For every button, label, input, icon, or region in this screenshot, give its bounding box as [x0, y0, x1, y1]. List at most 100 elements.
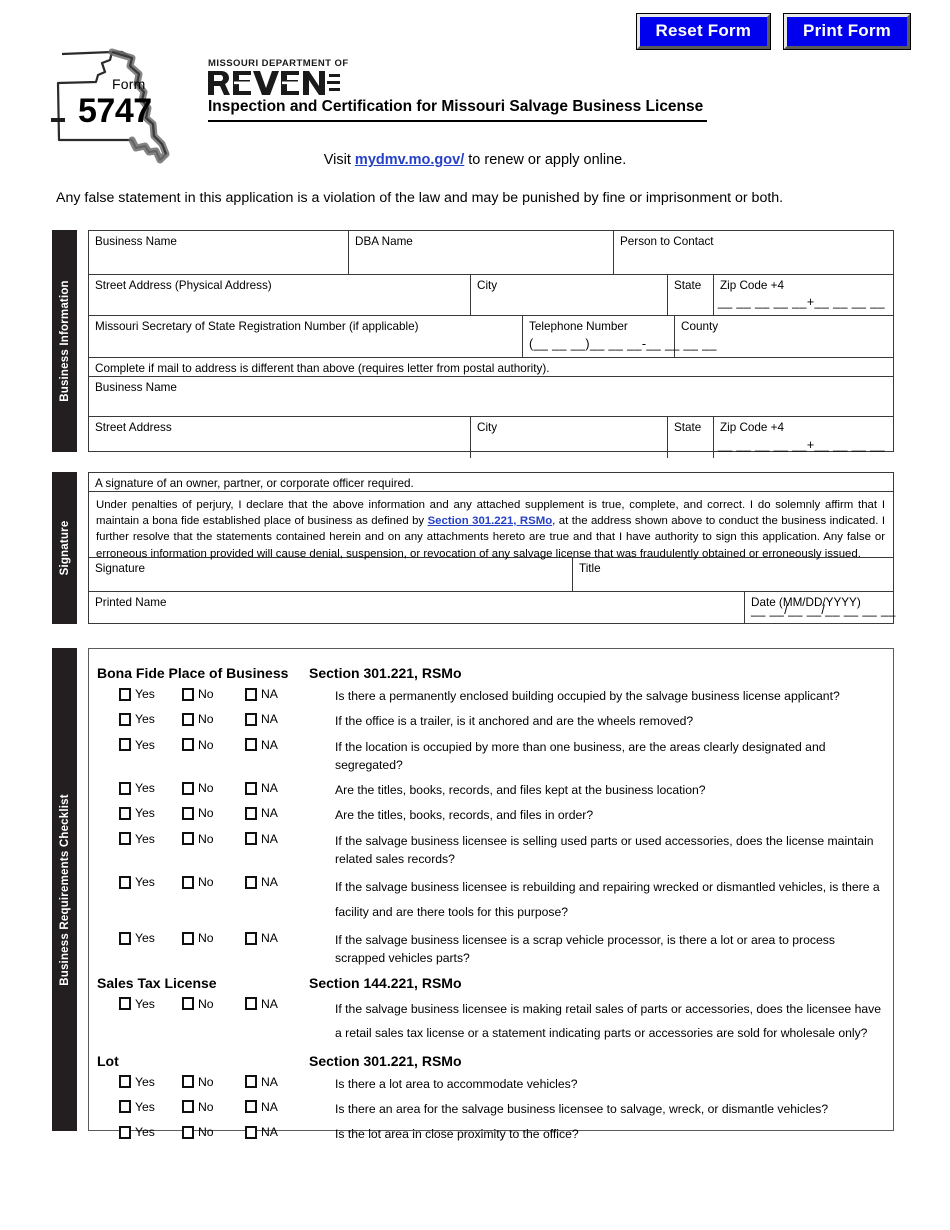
checkbox-icon[interactable] — [245, 875, 257, 889]
print-form-button[interactable]: Print Form — [783, 13, 911, 50]
checkbox-icon[interactable] — [119, 1125, 131, 1139]
checkbox-option-yes[interactable]: Yes — [119, 738, 182, 752]
checkbox-option-na[interactable]: NA — [245, 781, 308, 795]
checkbox-option-na[interactable]: NA — [245, 1075, 308, 1089]
checkbox-icon[interactable] — [245, 1125, 257, 1139]
checklist-group-section: Section 301.221, RSMo — [309, 665, 462, 681]
zip-code-field[interactable]: Zip Code +4 __ __ __ __ __+__ __ __ __ — [714, 275, 893, 315]
checkbox-icon[interactable] — [245, 1075, 257, 1089]
checkbox-option-na[interactable]: NA — [245, 687, 308, 701]
reset-form-button[interactable]: Reset Form — [635, 13, 772, 50]
checkbox-icon[interactable] — [182, 738, 194, 752]
title-field[interactable]: Title — [573, 558, 893, 591]
checkbox-icon[interactable] — [119, 738, 131, 752]
checkbox-icon[interactable] — [182, 1075, 194, 1089]
person-to-contact-field[interactable]: Person to Contact — [614, 231, 893, 274]
checkbox-icon[interactable] — [182, 687, 194, 701]
checkbox-option-na[interactable]: NA — [245, 832, 308, 846]
checkbox-icon[interactable] — [245, 712, 257, 726]
printed-name-field[interactable]: Printed Name — [89, 592, 745, 623]
checkbox-option-na[interactable]: NA — [245, 875, 308, 889]
checkbox-option-no[interactable]: No — [182, 806, 245, 820]
checkbox-icon[interactable] — [119, 931, 131, 945]
checkbox-option-na[interactable]: NA — [245, 806, 308, 820]
checkbox-option-yes[interactable]: Yes — [119, 687, 182, 701]
checkbox-option-na[interactable]: NA — [245, 1125, 308, 1139]
checkbox-option-yes[interactable]: Yes — [119, 875, 182, 889]
checkbox-icon[interactable] — [119, 997, 131, 1011]
checkbox-icon[interactable] — [119, 687, 131, 701]
checkbox-icon[interactable] — [245, 1100, 257, 1114]
checkbox-option-na[interactable]: NA — [245, 712, 308, 726]
checkbox-option-yes[interactable]: Yes — [119, 806, 182, 820]
checkbox-icon[interactable] — [245, 997, 257, 1011]
checkbox-icon[interactable] — [245, 738, 257, 752]
checkbox-icon[interactable] — [182, 1125, 194, 1139]
checkbox-option-no[interactable]: No — [182, 1075, 245, 1089]
telephone-field[interactable]: Telephone Number (__ __ __)__ __ __-__ _… — [523, 316, 716, 357]
sos-registration-field[interactable]: Missouri Secretary of State Registration… — [89, 316, 523, 357]
checkbox-option-na[interactable]: NA — [245, 738, 308, 752]
checkbox-option-na[interactable]: NA — [245, 1100, 308, 1114]
checkbox-icon[interactable] — [182, 781, 194, 795]
checkbox-option-no[interactable]: No — [182, 738, 245, 752]
checkbox-icon[interactable] — [119, 1100, 131, 1114]
checkbox-icon[interactable] — [182, 832, 194, 846]
checklist-question-row: Yes No NA Are the titles, books, records, a… — [97, 806, 881, 824]
mail-city-field[interactable]: City — [471, 417, 668, 458]
city-field[interactable]: City — [471, 275, 668, 315]
dba-name-field[interactable]: DBA Name — [349, 231, 614, 274]
signature-field[interactable]: Signature — [89, 558, 573, 591]
checkbox-icon[interactable] — [119, 832, 131, 846]
checkbox-option-no[interactable]: No — [182, 997, 245, 1011]
checkbox-icon[interactable] — [182, 712, 194, 726]
state-field[interactable]: State — [668, 275, 714, 315]
checkbox-option-na[interactable]: NA — [245, 997, 308, 1011]
checkbox-option-yes[interactable]: Yes — [119, 832, 182, 846]
checkbox-option-no[interactable]: No — [182, 832, 245, 846]
mail-zip-code-field[interactable]: Zip Code +4 __ __ __ __ __+__ __ __ __ — [714, 417, 893, 458]
checkbox-icon[interactable] — [119, 875, 131, 889]
checkbox-option-yes[interactable]: Yes — [119, 931, 182, 945]
mydmv-link[interactable]: mydmv.mo.gov/ — [355, 152, 464, 168]
checkbox-option-no[interactable]: No — [182, 931, 245, 945]
checkbox-icon[interactable] — [245, 806, 257, 820]
checkbox-icon[interactable] — [182, 997, 194, 1011]
date-field[interactable]: Date (MM/DD/YYYY) __ __/__ __/__ __ __ _… — [745, 592, 895, 623]
checkbox-icon[interactable] — [119, 1075, 131, 1089]
mail-business-name-field[interactable]: Business Name — [89, 377, 893, 416]
checkbox-icon[interactable] — [182, 1100, 194, 1114]
checkbox-option-yes[interactable]: Yes — [119, 1125, 182, 1139]
section-301-221-link[interactable]: Section 301.221, RSMo — [428, 515, 553, 527]
checklist-question-text: Is there a lot area to accommodate vehic… — [335, 1076, 578, 1091]
checkbox-icon[interactable] — [245, 781, 257, 795]
business-name-field[interactable]: Business Name — [89, 231, 349, 274]
mail-business-name-label: Business Name — [95, 381, 177, 394]
checkbox-icon[interactable] — [245, 832, 257, 846]
checkbox-icon[interactable] — [182, 806, 194, 820]
mail-state-field[interactable]: State — [668, 417, 714, 458]
checkbox-icon[interactable] — [245, 931, 257, 945]
checkbox-option-yes[interactable]: Yes — [119, 781, 182, 795]
checkbox-option-no[interactable]: No — [182, 712, 245, 726]
checkbox-option-yes[interactable]: Yes — [119, 1075, 182, 1089]
checkbox-option-no[interactable]: No — [182, 1125, 245, 1139]
checkbox-option-no[interactable]: No — [182, 781, 245, 795]
street-address-physical-field[interactable]: Street Address (Physical Address) — [89, 275, 471, 315]
checkbox-option-no[interactable]: No — [182, 875, 245, 889]
mail-street-address-field[interactable]: Street Address — [89, 417, 471, 458]
checkbox-icon[interactable] — [182, 931, 194, 945]
checkbox-option-yes[interactable]: Yes — [119, 712, 182, 726]
county-field[interactable]: County — [675, 316, 893, 357]
checkbox-option-yes[interactable]: Yes — [119, 1100, 182, 1114]
visit-prefix: Visit — [323, 152, 355, 168]
checkbox-option-yes[interactable]: Yes — [119, 997, 182, 1011]
checkbox-icon[interactable] — [245, 687, 257, 701]
checkbox-icon[interactable] — [182, 875, 194, 889]
checkbox-option-no[interactable]: No — [182, 687, 245, 701]
checkbox-option-na[interactable]: NA — [245, 931, 308, 945]
checkbox-icon[interactable] — [119, 712, 131, 726]
checkbox-option-no[interactable]: No — [182, 1100, 245, 1114]
checkbox-icon[interactable] — [119, 806, 131, 820]
checkbox-icon[interactable] — [119, 781, 131, 795]
